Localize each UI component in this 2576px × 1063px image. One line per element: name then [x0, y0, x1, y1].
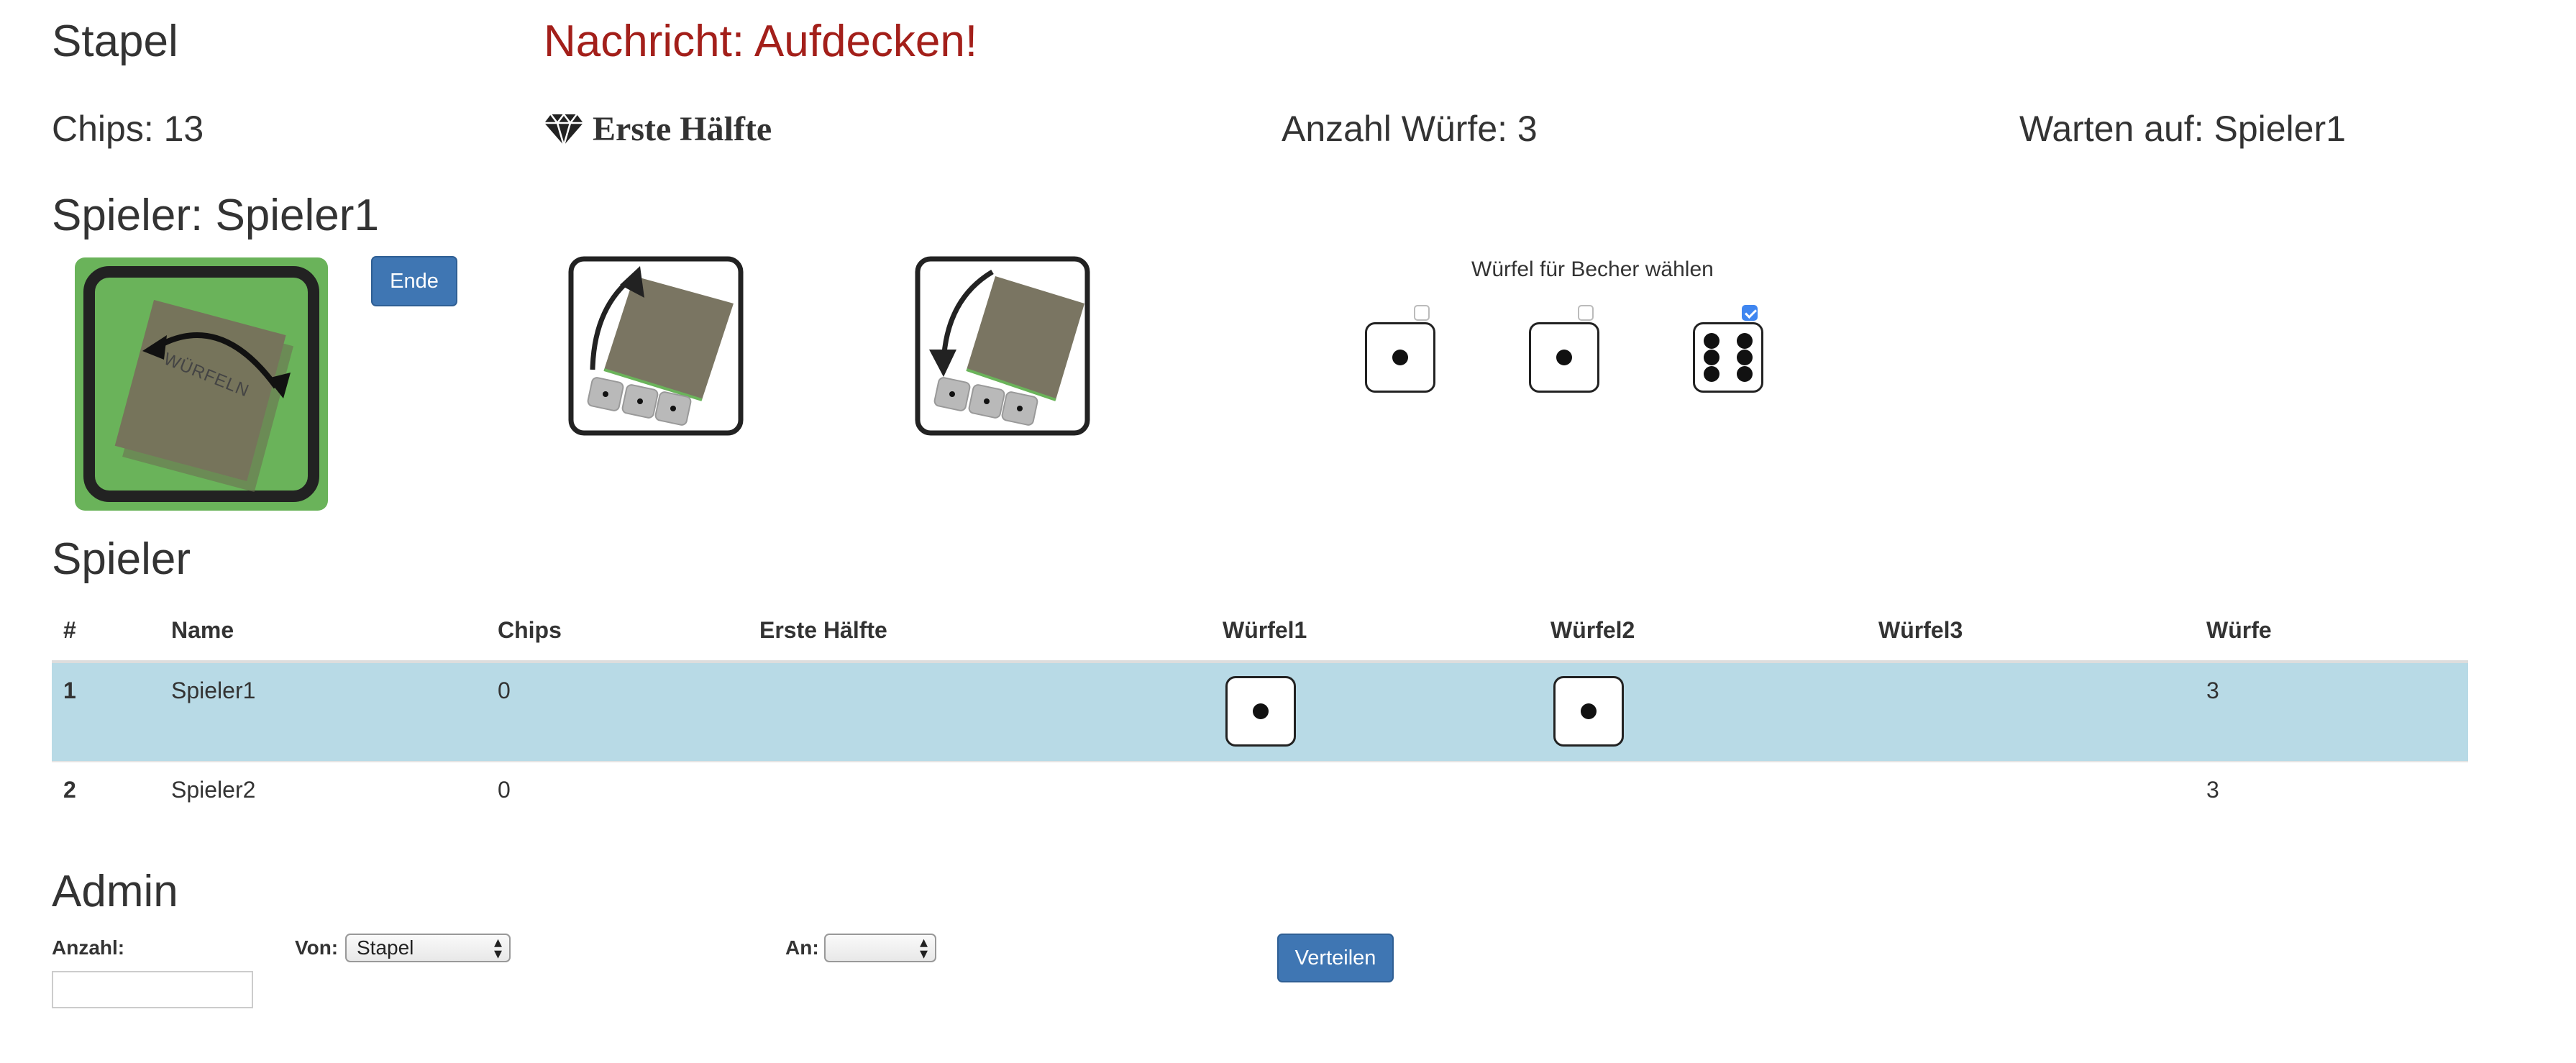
col-header: Würfel2 [1550, 617, 1635, 643]
end-button[interactable]: Ende [371, 256, 457, 306]
pip [1253, 703, 1269, 719]
message-text: Nachricht: Aufdecken! [544, 17, 978, 66]
player-throws: 3 [2206, 777, 2219, 803]
player-name: Spieler2 [171, 777, 256, 803]
pip [1704, 333, 1719, 349]
first-half-label: Erste Hälfte [593, 110, 772, 148]
stack-title: Stapel [52, 17, 178, 66]
admin-title: Admin [52, 867, 178, 916]
cover-cup-icon[interactable] [915, 256, 1090, 436]
distribute-button[interactable]: Verteilen [1277, 934, 1394, 982]
col-header: # [63, 617, 76, 643]
roll-dice-cup-button[interactable]: WÜRFELN [75, 257, 328, 511]
col-header: Würfe [2206, 617, 2272, 643]
amount-label: Anzahl: [52, 936, 125, 959]
pip [1392, 350, 1408, 365]
players-section-title: Spieler [52, 534, 191, 584]
player-chips: 0 [498, 777, 511, 803]
table-header: # Name Chips Erste Hälfte Würfel1 Würfel… [52, 606, 2468, 663]
col-header: Name [171, 617, 234, 643]
select-arrows-icon: ▴ ▾ [493, 933, 502, 962]
amount-input[interactable] [52, 971, 253, 1008]
pip [1737, 350, 1753, 365]
pip [1556, 350, 1572, 365]
pip [1704, 366, 1719, 382]
col-header: Würfel3 [1878, 617, 1963, 643]
to-label: An: [785, 936, 819, 959]
die-3-checkbox[interactable] [1742, 305, 1758, 321]
chips-count: Chips: 13 [52, 109, 204, 149]
row-number: 1 [63, 678, 76, 703]
col-header: Erste Hälfte [759, 617, 887, 643]
player-name: Spieler1 [171, 678, 256, 703]
pip [1704, 350, 1719, 365]
diamond-icon [544, 112, 584, 148]
col-header: Chips [498, 617, 562, 643]
die-3[interactable] [1693, 322, 1763, 393]
die-2-checkbox[interactable] [1578, 305, 1594, 321]
row-die-2 [1553, 676, 1624, 747]
choose-dice-label: Würfel für Becher wählen [1471, 257, 1714, 281]
from-select[interactable]: Stapel ▴ ▾ [345, 934, 511, 962]
player-title: Spieler: Spieler1 [52, 191, 379, 240]
die-2[interactable] [1529, 322, 1599, 393]
row-number: 2 [63, 777, 76, 803]
player-chips: 0 [498, 678, 511, 703]
throw-count: Anzahl Würfe: 3 [1282, 109, 1538, 149]
die-1[interactable] [1365, 322, 1435, 393]
waiting-for: Warten auf: Spieler1 [2019, 109, 2346, 149]
from-select-value: Stapel [357, 936, 414, 959]
from-label: Von: [295, 936, 339, 959]
pip [1581, 703, 1597, 719]
select-arrows-icon: ▴ ▾ [919, 933, 928, 962]
die-1-checkbox[interactable] [1414, 305, 1430, 321]
pip [1737, 333, 1753, 349]
players-table: # Name Chips Erste Hälfte Würfel1 Würfel… [52, 606, 2468, 829]
pip [1737, 366, 1753, 382]
row-die-1 [1225, 676, 1296, 747]
first-half-indicator: Erste Hälfte [544, 109, 772, 149]
table-row: 2 Spieler2 0 3 [52, 761, 2468, 829]
lift-cup-icon[interactable] [568, 256, 744, 436]
player-throws: 3 [2206, 678, 2219, 703]
to-select[interactable]: ▴ ▾ [824, 934, 936, 962]
table-row: 1 Spieler1 0 3 [52, 663, 2468, 761]
col-header: Würfel1 [1223, 617, 1307, 643]
